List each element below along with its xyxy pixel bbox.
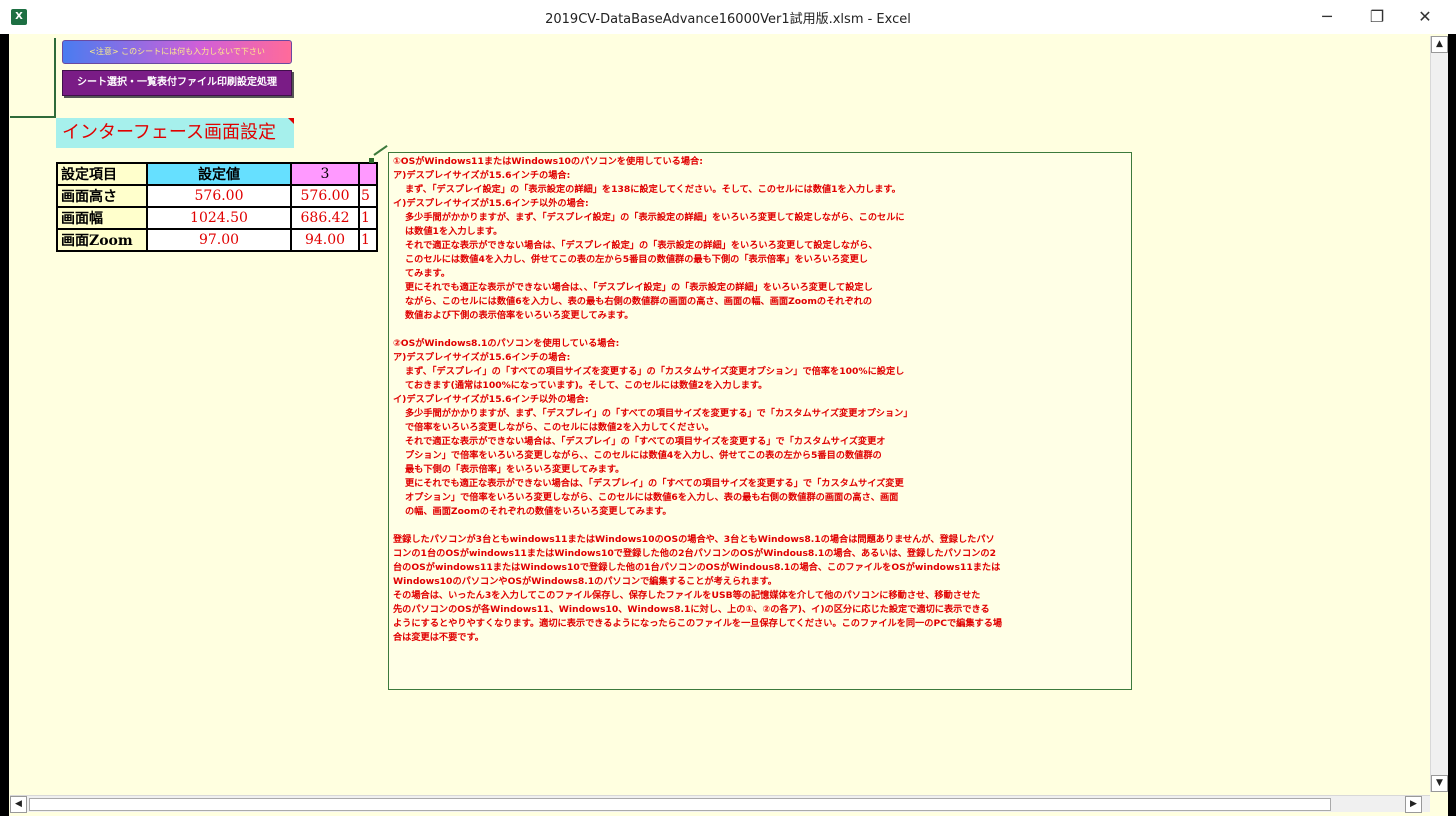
arrow-down-icon: ▼ [1436, 778, 1443, 788]
row-value-cell[interactable]: 576.00 [146, 184, 292, 208]
comment-line: ①OSがWindows11またはWindows10のパソコンを使用している場合: [393, 156, 703, 167]
comment-line: イ)デスプレイサイズが15.6インチ以外の場合: [393, 198, 589, 209]
header-item: 設定項目 [56, 162, 148, 186]
comment-line: てみます。 [405, 268, 451, 279]
scroll-right-button[interactable]: ▶ [1405, 796, 1422, 813]
comment-line: の幅、画面Zoomのそれぞれの数値をいろいろ変更してみます。 [405, 506, 672, 517]
comment-line: 多少手間がかかりますが、まず、「デスプレイ設定」の「表示設定の詳細」をいろいろ変… [405, 212, 905, 223]
row-col4-cell[interactable]: 1 [358, 228, 378, 252]
comment-line: 登録したパソコンが3台ともwindows11またはWindows10のOSの場合… [393, 534, 995, 545]
title-bar: X 2019CV-DataBaseAdvance16000Ver1試用版.xls… [0, 0, 1456, 35]
comment-line: イ)デスプレイサイズが15.6インチ以外の場合: [393, 394, 589, 405]
table-row: 画面Zoom 97.00 94.00 1 [56, 228, 378, 252]
arrow-left-icon: ◀ [15, 799, 22, 809]
comment-line: このセルには数値4を入力し、併せてこの表の左から5番目の数値群の最も下側の「表示… [405, 254, 868, 265]
window-title: 2019CV-DataBaseAdvance16000Ver1試用版.xlsm … [545, 12, 911, 27]
scroll-up-button[interactable]: ▲ [1431, 36, 1448, 53]
comment-line: プション」で倍率をいろいろ変更しながら、、このセルには数値4を入力し、併せてこの… [405, 450, 882, 461]
comment-line: 先のパソコンのOSが各Windows11、Windows10、Windows8.… [393, 604, 990, 615]
print-setup-button[interactable]: シート選択・一覧表付ファイル印刷設定処理 [62, 70, 292, 96]
comment-line: 更にそれでも適正な表示ができない場合は、「デスプレイ」の「すべての項目サイズを変… [405, 478, 904, 489]
row-value-cell[interactable]: 97.00 [146, 228, 292, 252]
row-label: 画面Zoom [56, 228, 148, 252]
row-col3-cell[interactable]: 94.00 [290, 228, 360, 252]
close-icon: ✕ [1418, 7, 1432, 26]
comment-line: ア)デスプレイサイズが15.6インチの場合: [393, 170, 571, 181]
comment-indicator-icon [369, 158, 374, 163]
comment-line: Windows10のパソコンやOSがWindows8.1のパソコンで編集すること… [393, 576, 777, 587]
comment-line: 台のOSがwindows11またはWindows10で登録した他の1台パソコンの… [393, 562, 1001, 573]
cell-comment: ①OSがWindows11またはWindows10のパソコンを使用している場合:… [388, 152, 1132, 690]
header-value: 設定値 [146, 162, 292, 186]
restore-icon: ❐ [1369, 7, 1385, 26]
comment-line: ア)デスプレイサイズが15.6インチの場合: [393, 352, 571, 363]
row-col4-cell[interactable]: 5 [358, 184, 378, 208]
comment-line: で倍率をいろいろ変更しながら、このセルには数値2を入力してください。 [405, 422, 715, 433]
section-title: インターフェース画面設定 [56, 118, 294, 148]
header-col3: 3 [290, 162, 360, 186]
comment-gap [393, 323, 1127, 337]
scroll-thumb[interactable] [29, 798, 1331, 811]
restore-button[interactable]: ❐ [1354, 2, 1400, 32]
comment-line: その場合は、いったん3を入力してこのファイル保存し、保存したファイルをUSB等の… [393, 590, 981, 601]
comment-line: まず、「デスプレイ設定」の「表示設定の詳細」を138に設定してください。そして、… [405, 184, 901, 195]
row-label: 画面高さ [56, 184, 148, 208]
selected-cell-border [10, 38, 56, 118]
notice-button[interactable]: <注意> このシートには何も入力しないで下さい [62, 40, 292, 64]
horizontal-scrollbar[interactable]: ◀ ▶ [10, 795, 1430, 813]
comment-line: それで適正な表示ができない場合は、「デスプレイ設定」の「表示設定の詳細」をいろい… [405, 240, 878, 251]
minimize-icon: ─ [1322, 7, 1332, 26]
comment-line: ②OSがWindows8.1のパソコンを使用している場合: [393, 338, 620, 349]
vertical-scrollbar[interactable]: ▲ ▼ [1430, 36, 1448, 792]
close-button[interactable]: ✕ [1402, 2, 1448, 32]
table-row: 画面高さ 576.00 576.00 5 [56, 184, 378, 208]
arrow-up-icon: ▲ [1436, 39, 1443, 49]
settings-table: 設定項目 設定値 3 画面高さ 576.00 576.00 5 画面幅 1024… [56, 162, 378, 252]
comment-line: 合は変更は不要です。 [393, 632, 484, 643]
table-row: 画面幅 1024.50 686.42 1 [56, 206, 378, 230]
comment-line: まず、「デスプレイ」の「すべての項目サイズを変更する」の「カスタムサイズ変更オプ… [405, 366, 905, 377]
arrow-right-icon: ▶ [1410, 799, 1417, 809]
row-label: 画面幅 [56, 206, 148, 230]
row-col3-cell[interactable]: 686.42 [290, 206, 360, 230]
comment-line: 多少手間がかかりますが、まず、「デスプレイ」の「すべての項目サイズを変更する」で… [405, 408, 913, 419]
scroll-down-button[interactable]: ▼ [1431, 775, 1448, 792]
row-value-cell[interactable]: 1024.50 [146, 206, 292, 230]
comment-line: 最も下側の「表示倍率」をいろいろ変更してみます。 [405, 464, 625, 475]
comment-line: それで適正な表示ができない場合は、「デスプレイ」の「すべての項目サイズを変更する… [405, 436, 886, 447]
row-col4-cell[interactable]: 1 [358, 206, 378, 230]
comment-line: 数値および下側の表示倍率をいろいろ変更してみます。 [405, 310, 634, 321]
comment-line: ておきます(通常は100%になっています)。そして、このセルには数値2を入力しま… [405, 380, 768, 391]
comment-gap [393, 519, 1127, 533]
row-col3-cell[interactable]: 576.00 [290, 184, 360, 208]
comment-line: コンの1台のOSがwindows11またはWindows10で登録した他の2台パ… [393, 548, 996, 559]
comment-line: オプション」で倍率をいろいろ変更しながら、このセルには数値6を入力し、表の最も右… [405, 492, 899, 503]
comment-line: 更にそれでも適正な表示ができない場合は、、「デスプレイ設定」の「表示設定の詳細」… [405, 282, 873, 293]
minimize-button[interactable]: ─ [1304, 2, 1350, 32]
comment-line: ようにするとやりやすくなります。適切に表示できるようになったらこのファイルを一旦… [393, 618, 1003, 629]
table-header-row: 設定項目 設定値 3 [56, 162, 378, 186]
comment-line: は数値1を入力します。 [405, 226, 503, 237]
scroll-left-button[interactable]: ◀ [10, 796, 27, 813]
comment-line: ながら、このセルには数値6を入力し、表の最も右側の数値群の画面の高さ、画面の幅、… [405, 296, 873, 307]
header-col4 [358, 162, 378, 186]
